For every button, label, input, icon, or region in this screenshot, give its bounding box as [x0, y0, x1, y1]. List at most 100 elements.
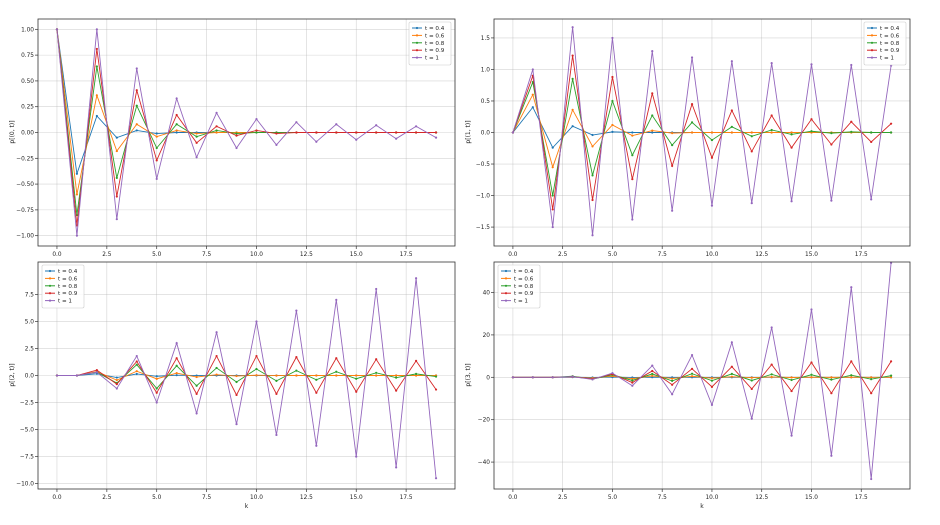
data-point [235, 134, 238, 137]
data-point [115, 195, 118, 198]
data-point [551, 146, 554, 149]
data-point [690, 103, 694, 106]
y-tick-label: 40 [483, 291, 491, 297]
data-point [750, 202, 753, 205]
data-point [671, 379, 674, 383]
data-point [671, 164, 674, 168]
y-tick-label: 7.5 [25, 292, 35, 298]
data-point [730, 60, 733, 63]
data-point [115, 379, 118, 382]
data-point [810, 63, 813, 66]
legend-marker [504, 299, 508, 302]
legend-entry: t = 0.8 [58, 284, 78, 290]
data-point [215, 125, 218, 128]
data-point [414, 359, 418, 363]
data-point [215, 131, 218, 134]
data-point [770, 326, 773, 329]
legend-entry: t = 1 [880, 56, 894, 62]
data-point [710, 379, 714, 382]
data-point [770, 131, 773, 134]
data-point [870, 140, 873, 144]
data-point [255, 367, 258, 371]
legend-marker [48, 277, 52, 280]
data-point [511, 131, 515, 134]
x-tick-label: 12.5 [300, 495, 313, 501]
data-point [215, 129, 218, 132]
data-point [175, 341, 178, 345]
data-point [155, 391, 158, 394]
data-point [395, 374, 398, 377]
data-point [750, 379, 753, 382]
data-point [195, 412, 198, 415]
data-point [355, 390, 358, 393]
data-point [255, 131, 258, 134]
data-point [870, 392, 873, 395]
data-point [770, 62, 773, 65]
y-tick-label: −1.5 [476, 225, 490, 231]
data-point [790, 133, 793, 136]
data-point [195, 375, 198, 379]
x-tick-label: 12.5 [300, 252, 313, 258]
data-point [175, 113, 178, 117]
data-point [215, 331, 218, 334]
legend-entry: t = 1 [514, 299, 528, 305]
data-point [850, 374, 853, 377]
data-point [690, 375, 694, 378]
data-point [790, 376, 793, 379]
data-point [434, 136, 438, 139]
y-tick-label: 1.5 [481, 36, 491, 42]
data-point [870, 477, 873, 481]
y-tick-label: −5.0 [20, 428, 34, 434]
data-point [571, 375, 574, 378]
data-point [770, 375, 773, 379]
data-point [135, 104, 138, 107]
data-point [155, 132, 158, 135]
data-point [135, 129, 138, 132]
x-tick-label: 7.5 [202, 252, 212, 258]
legend-entry: t = 0.4 [880, 26, 900, 32]
data-point [551, 208, 554, 211]
data-point [631, 131, 634, 134]
x-tick-label: 7.5 [658, 495, 668, 501]
data-point [434, 388, 438, 391]
x-tick-label: 5.0 [152, 252, 162, 258]
plot-area [494, 262, 910, 489]
y-tick-label: −0.25 [16, 156, 34, 162]
x-tick-label: 15.0 [805, 495, 818, 501]
data-point [730, 131, 733, 134]
chart-panel-1: 0.0 2.5 5.0 7.5 10.0 12.5 15.0 17.5 −1.5 −1.0 −0.5… [465, 18, 911, 258]
legend-entry: t = 0.8 [514, 284, 534, 290]
data-point [690, 121, 694, 124]
data-point [750, 376, 753, 379]
data-point [591, 145, 594, 148]
data-point [631, 381, 634, 384]
data-point [414, 131, 418, 134]
legend-marker [504, 269, 508, 273]
data-point [95, 28, 98, 31]
legend-entry: t = 0.6 [425, 33, 445, 39]
legend-marker [504, 292, 508, 295]
data-point [671, 393, 674, 396]
data-point [155, 401, 158, 404]
data-point [850, 120, 853, 123]
y-tick-label: −0.5 [476, 162, 490, 168]
data-point [155, 135, 158, 138]
data-point [870, 131, 873, 134]
x-tick-label: 5.0 [608, 495, 618, 501]
data-point [434, 131, 438, 134]
data-point [790, 434, 793, 437]
data-point [355, 377, 358, 380]
legend: t = 0.4t = 0.6 t = 0.8t = 0.9 t = 1 [408, 21, 452, 66]
legend-marker [415, 49, 419, 52]
data-point [651, 369, 654, 373]
legend-marker [870, 56, 874, 59]
legend-marker [48, 284, 52, 287]
data-point [195, 141, 198, 144]
x-tick-label: 15.0 [350, 252, 363, 258]
x-tick-label: 10.0 [705, 252, 718, 258]
data-point [115, 136, 118, 139]
data-point [235, 423, 238, 426]
data-point [790, 200, 793, 203]
data-point [830, 392, 833, 395]
y-axis-label: p[(1, t)] [465, 120, 472, 143]
